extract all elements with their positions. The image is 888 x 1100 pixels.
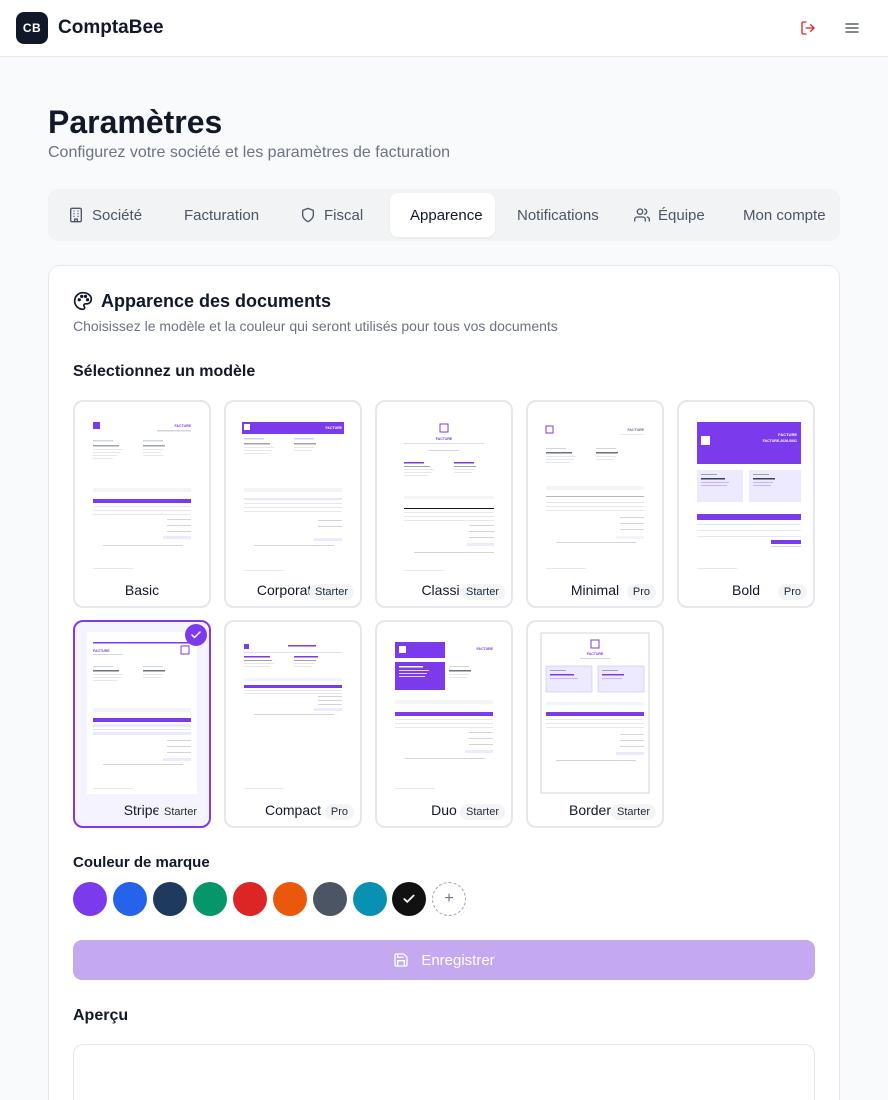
app-logo: CB: [16, 12, 48, 44]
users-icon: [634, 208, 650, 222]
menu-button[interactable]: [840, 16, 864, 40]
template-thumbnail: FACTURE: [238, 412, 348, 574]
logout-icon: [801, 21, 815, 35]
custom-color-button[interactable]: +: [432, 882, 466, 916]
color-swatch-slate[interactable]: [313, 882, 347, 916]
tab-fiscal[interactable]: Fiscal: [300, 193, 363, 237]
preview-label: Aperçu: [73, 1007, 129, 1024]
settings-tabs: Société Facturation Fiscal Apparence Not…: [48, 189, 840, 241]
color-swatch-violet[interactable]: [73, 882, 107, 916]
template-card-corporate[interactable]: FACTURE Corporate Starter: [224, 400, 362, 608]
template-card-minimal[interactable]: FACTURE Minimal Pro: [526, 400, 664, 608]
plan-badge: Starter: [459, 804, 505, 820]
palette-icon: [73, 291, 93, 311]
tab-label: Équipe: [658, 206, 705, 224]
check-icon: [191, 631, 201, 639]
tab-equipe[interactable]: Équipe: [634, 193, 705, 237]
save-button[interactable]: Enregistrer: [73, 940, 815, 980]
template-thumbnail: FACTURE: [87, 412, 197, 574]
brand-color-label: Couleur de marque: [73, 854, 210, 871]
plan-badge: Pro: [777, 584, 807, 600]
logout-button[interactable]: [796, 16, 820, 40]
plan-badge: Starter: [157, 804, 203, 820]
page-title: Paramètres: [48, 104, 223, 140]
tab-notifications[interactable]: Notifications: [517, 193, 599, 237]
save-icon: [394, 953, 408, 967]
tab-label: Facturation: [184, 206, 260, 224]
tab-apparence[interactable]: Apparence: [390, 193, 495, 237]
color-swatch-navy[interactable]: [153, 882, 187, 916]
thumb-facture-label: FACTURE: [627, 428, 644, 432]
color-swatch-blue[interactable]: [113, 882, 147, 916]
top-bar: CB ComptaBee: [0, 0, 888, 57]
template-thumbnail: FACTURE: [389, 412, 499, 574]
shield-icon: [302, 207, 314, 223]
color-swatch-orange[interactable]: [273, 882, 307, 916]
plan-badge: Starter: [459, 584, 505, 600]
template-thumbnail: FACTURE: [87, 632, 197, 794]
card-title: Apparence des documents: [73, 290, 331, 312]
color-swatch-red[interactable]: [233, 882, 267, 916]
card-description: Choisissez le modèle et la couleur qui s…: [73, 318, 558, 334]
selected-check-badge: [185, 624, 207, 646]
thumb-facture-label: FACTURE: [476, 647, 493, 651]
color-swatch-cyan[interactable]: [353, 882, 387, 916]
plan-badge: Pro: [324, 804, 354, 820]
tab-label: Mon compte: [743, 206, 826, 224]
tab-facturation[interactable]: Facturation: [184, 193, 259, 237]
thumb-facture-number: FACTURE-2026-0001: [763, 439, 797, 443]
preview-container: [73, 1044, 815, 1100]
template-name: Basic: [124, 582, 160, 598]
app-name: ComptaBee: [58, 17, 164, 38]
tab-label: Fiscal: [324, 206, 364, 224]
template-card-classic[interactable]: FACTURE Classic Starter: [375, 400, 513, 608]
building-icon: [70, 207, 82, 223]
plan-badge: Starter: [308, 584, 354, 600]
template-card-stripe[interactable]: FACTURE Stripe Starter: [73, 620, 211, 828]
hamburger-menu-icon: [845, 23, 859, 33]
tab-mon-compte[interactable]: Mon compte: [743, 193, 826, 237]
thumb-facture-label: FACTURE: [93, 649, 110, 653]
plan-badge: Starter: [610, 804, 656, 820]
template-thumbnail: FACTURE FACTURE-2026-0001: [691, 412, 801, 574]
thumb-facture-label: FACTURE: [174, 424, 191, 428]
page-subtitle: Configurez votre société et les paramètr…: [48, 144, 450, 161]
template-thumbnail: FACTURE: [389, 632, 499, 794]
check-icon: [403, 894, 415, 903]
thumb-facture-label: FACTURE: [778, 432, 797, 437]
tab-label: Société: [92, 206, 143, 224]
template-card-compact[interactable]: Compact Pro: [224, 620, 362, 828]
tab-label: Apparence: [410, 206, 483, 224]
plan-badge: Pro: [626, 584, 656, 600]
card-title-text: Apparence des documents: [101, 290, 332, 311]
tab-label: Notifications: [517, 206, 599, 224]
thumb-facture-label: FACTURE: [325, 426, 342, 430]
template-thumbnail: FACTURE: [540, 632, 650, 794]
template-thumbnail: [238, 632, 348, 794]
color-swatch-green[interactable]: [193, 882, 227, 916]
thumb-facture-label: FACTURE: [436, 437, 453, 441]
thumb-facture-label: FACTURE: [587, 652, 604, 656]
tab-societe[interactable]: Société: [68, 193, 142, 237]
save-button-label: Enregistrer: [421, 951, 495, 969]
color-swatch-black[interactable]: [392, 882, 426, 916]
template-thumbnail: FACTURE: [540, 412, 650, 574]
template-card-border[interactable]: FACTURE Border Starter: [526, 620, 664, 828]
template-card-duo[interactable]: FACTURE Duo Starter: [375, 620, 513, 828]
templates-label: Sélectionnez un modèle: [73, 363, 256, 380]
template-card-bold[interactable]: FACTURE FACTURE-2026-0001 Bold Pro: [677, 400, 815, 608]
template-card-basic[interactable]: FACTURE Basic: [73, 400, 211, 608]
